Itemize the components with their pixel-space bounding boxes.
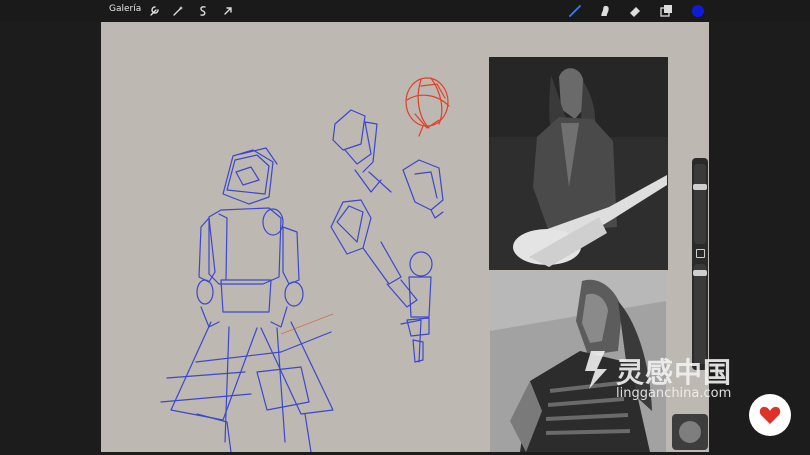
brush-preview[interactable] [672, 414, 708, 450]
brush-size-handle[interactable] [693, 184, 707, 190]
wrench-icon[interactable] [146, 3, 162, 19]
side-toolbar [692, 158, 708, 370]
watermark-text: 灵感中国 [616, 356, 733, 389]
brush-size-slider[interactable] [693, 164, 707, 244]
top-toolbar: Galería [0, 0, 810, 22]
smudge-icon[interactable] [597, 3, 613, 19]
heart-badge [749, 394, 791, 436]
eraser-icon[interactable] [627, 3, 643, 19]
modify-button[interactable] [696, 249, 705, 258]
transform-arrow-icon[interactable] [220, 3, 236, 19]
color-swatch[interactable] [690, 3, 706, 19]
watermark-url: lingganchina.com [616, 386, 732, 401]
layers-icon[interactable] [658, 3, 674, 19]
opacity-slider[interactable] [693, 264, 707, 364]
brush-icon[interactable] [567, 3, 583, 19]
opacity-handle[interactable] [693, 270, 707, 276]
watermark-logo-icon [585, 351, 607, 389]
reference-photo-guitarist-top [489, 57, 668, 270]
selection-icon[interactable] [195, 3, 211, 19]
heart-icon [759, 406, 781, 424]
magic-wand-icon[interactable] [170, 3, 186, 19]
gallery-button[interactable]: Galería [109, 4, 141, 14]
